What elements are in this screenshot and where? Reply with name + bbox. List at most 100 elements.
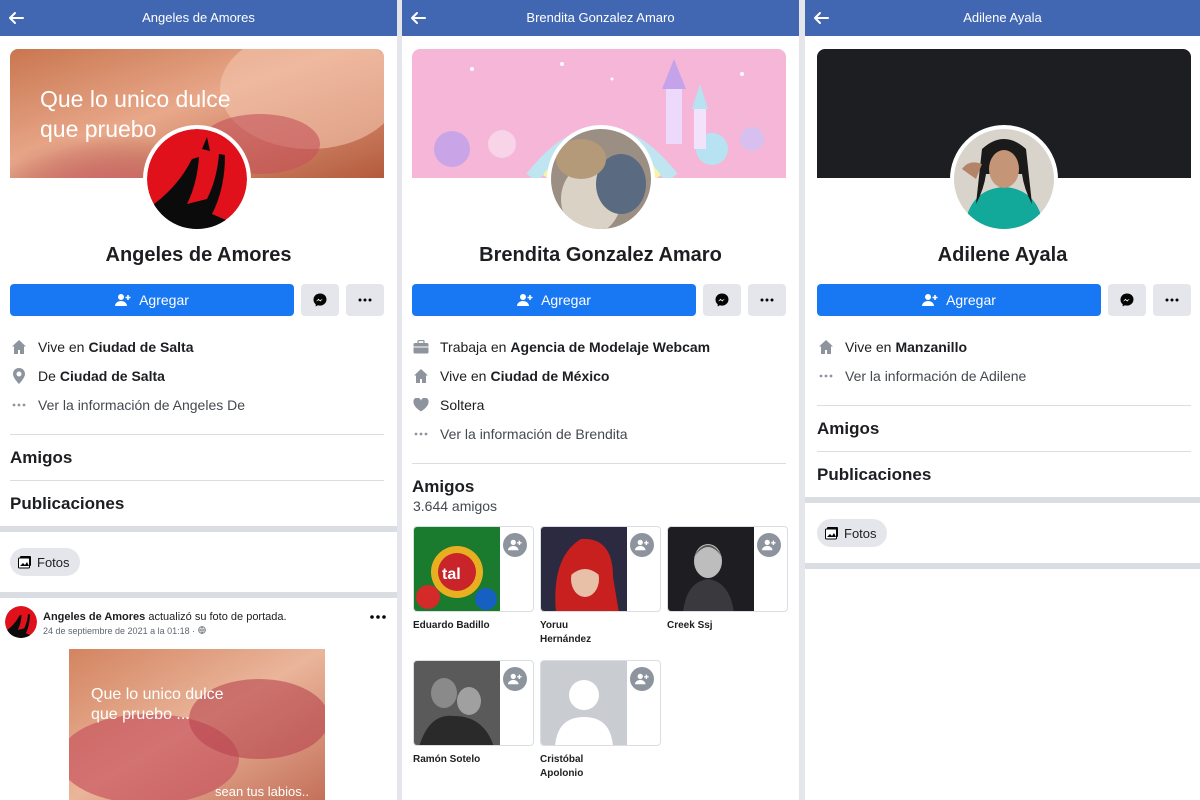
friend-card[interactable]: tal — [413, 526, 534, 612]
more-dots-icon — [1165, 298, 1179, 302]
profile-panel-angeles: Angeles de Amores Que lo unico dulce que… — [0, 0, 397, 800]
intro-list: Vive en Ciudad de Salta De Ciudad de Salta… — [10, 332, 384, 419]
add-friend-small-button[interactable] — [630, 533, 654, 557]
post-timestamp[interactable]: 24 de septiembre de 2021 a la 01:18 · — [43, 626, 195, 636]
avatar[interactable] — [950, 125, 1058, 233]
header-title: Brendita Gonzalez Amaro — [526, 10, 675, 25]
intro-item-lives: Vive en Manzanillo — [817, 332, 1191, 361]
briefcase-icon — [412, 338, 430, 356]
friends-count: 3.644 amigos — [413, 498, 498, 514]
divider — [817, 405, 1191, 406]
friends-heading[interactable]: Amigos — [10, 448, 72, 468]
top-bar: Brendita Gonzalez Amaro — [402, 0, 799, 36]
friend-name[interactable]: Cristóbal Apolonio — [540, 753, 600, 781]
home-icon — [10, 338, 28, 356]
intro-see-more-link[interactable]: Ver la información de Angeles De — [10, 390, 384, 419]
friend-photo — [414, 661, 500, 745]
friend-photo — [668, 527, 754, 611]
heart-icon — [412, 396, 430, 414]
add-friend-icon — [922, 294, 938, 306]
top-bar: Adilene Ayala — [805, 0, 1200, 36]
add-friend-button[interactable]: Agregar — [817, 284, 1101, 316]
header-title: Angeles de Amores — [142, 10, 255, 25]
messenger-button[interactable] — [703, 284, 741, 316]
posts-heading[interactable]: Publicaciones — [10, 494, 124, 514]
more-options-button[interactable] — [1153, 284, 1191, 316]
public-globe-icon — [197, 626, 206, 634]
post-author-link[interactable]: Angeles de Amores — [43, 611, 145, 623]
posts-heading[interactable]: Publicaciones — [817, 465, 931, 485]
photos-icon — [18, 556, 31, 569]
add-friend-icon — [517, 294, 533, 306]
friend-name[interactable]: Yoruu Hernández — [540, 619, 610, 647]
cover-text-line2: que pruebo — [40, 116, 156, 142]
add-friend-label: Agregar — [946, 292, 996, 308]
section-separator — [805, 563, 1200, 569]
divider — [412, 463, 786, 464]
post-author-avatar[interactable] — [5, 606, 37, 638]
add-friend-icon — [508, 539, 522, 551]
add-friend-icon — [762, 539, 776, 551]
avatar[interactable] — [143, 125, 251, 233]
post-action: actualizó su foto de portada. — [148, 611, 287, 623]
messenger-button[interactable] — [301, 284, 339, 316]
section-separator — [0, 592, 397, 598]
friend-photo: tal — [414, 527, 500, 611]
friend-name[interactable]: Eduardo Badillo — [413, 619, 523, 633]
intro-item-work: Trabaja en Agencia de Modelaje Webcam — [412, 332, 786, 361]
photos-chip[interactable]: Fotos — [10, 548, 80, 576]
post-photo-text-2: que pruebo ... — [91, 706, 190, 723]
add-friend-label: Agregar — [541, 292, 591, 308]
friend-card[interactable] — [540, 660, 661, 746]
more-dots-icon — [358, 298, 372, 302]
intro-see-more-link[interactable]: Ver la información de Adilene — [817, 361, 1191, 390]
messenger-icon — [1120, 293, 1134, 307]
intro-see-more-link[interactable]: Ver la información de Brendita — [412, 419, 786, 448]
profile-panel-brendita: Brendita Gonzalez Amaro Brendita Gonzale… — [402, 0, 799, 800]
post-headline: Angeles de Amores actualizó su foto de p… — [43, 611, 287, 623]
add-friend-button[interactable]: Agregar — [412, 284, 696, 316]
divider — [10, 480, 384, 481]
add-friend-small-button[interactable] — [757, 533, 781, 557]
cover-text-line1: Que lo unico dulce — [40, 86, 231, 112]
section-separator — [0, 526, 397, 532]
more-dots-icon — [10, 396, 28, 414]
photos-chip[interactable]: Fotos — [817, 519, 887, 547]
add-friend-icon — [635, 673, 649, 685]
more-options-button[interactable] — [748, 284, 786, 316]
divider — [817, 451, 1191, 452]
home-icon — [817, 338, 835, 356]
messenger-button[interactable] — [1108, 284, 1146, 316]
profile-name: Brendita Gonzalez Amaro — [479, 244, 722, 266]
avatar[interactable] — [547, 125, 655, 233]
post-photo-text-1: Que lo unico dulce — [91, 686, 224, 703]
friend-name[interactable]: Creek Ssj — [667, 619, 777, 633]
friends-heading[interactable]: Amigos — [412, 477, 474, 497]
add-friend-small-button[interactable] — [630, 667, 654, 691]
add-friend-button[interactable]: Agregar — [10, 284, 294, 316]
friend-card[interactable] — [667, 526, 788, 612]
post-photo-text-3: sean tus labios.. — [215, 784, 309, 799]
friend-card[interactable] — [413, 660, 534, 746]
post-photo[interactable]: Que lo unico dulce que pruebo ... sean t… — [69, 649, 325, 800]
post-options-icon[interactable] — [369, 610, 387, 624]
top-bar: Angeles de Amores — [0, 0, 397, 36]
intro-list: Vive en Manzanillo Ver la información de … — [817, 332, 1191, 390]
add-friend-small-button[interactable] — [503, 667, 527, 691]
messenger-icon — [715, 293, 729, 307]
friend-name[interactable]: Ramón Sotelo — [413, 753, 523, 767]
add-friend-small-button[interactable] — [503, 533, 527, 557]
messenger-icon — [313, 293, 327, 307]
add-friend-label: Agregar — [139, 292, 189, 308]
action-buttons: Agregar — [412, 284, 786, 316]
intro-list: Trabaja en Agencia de Modelaje Webcam Viv… — [412, 332, 786, 448]
friends-heading[interactable]: Amigos — [817, 419, 879, 439]
add-friend-icon — [635, 539, 649, 551]
more-dots-icon — [412, 425, 430, 443]
friend-card[interactable] — [540, 526, 661, 612]
more-options-button[interactable] — [346, 284, 384, 316]
photos-icon — [825, 527, 838, 540]
location-pin-icon — [10, 367, 28, 385]
profile-name: Adilene Ayala — [937, 244, 1068, 266]
home-icon — [412, 367, 430, 385]
